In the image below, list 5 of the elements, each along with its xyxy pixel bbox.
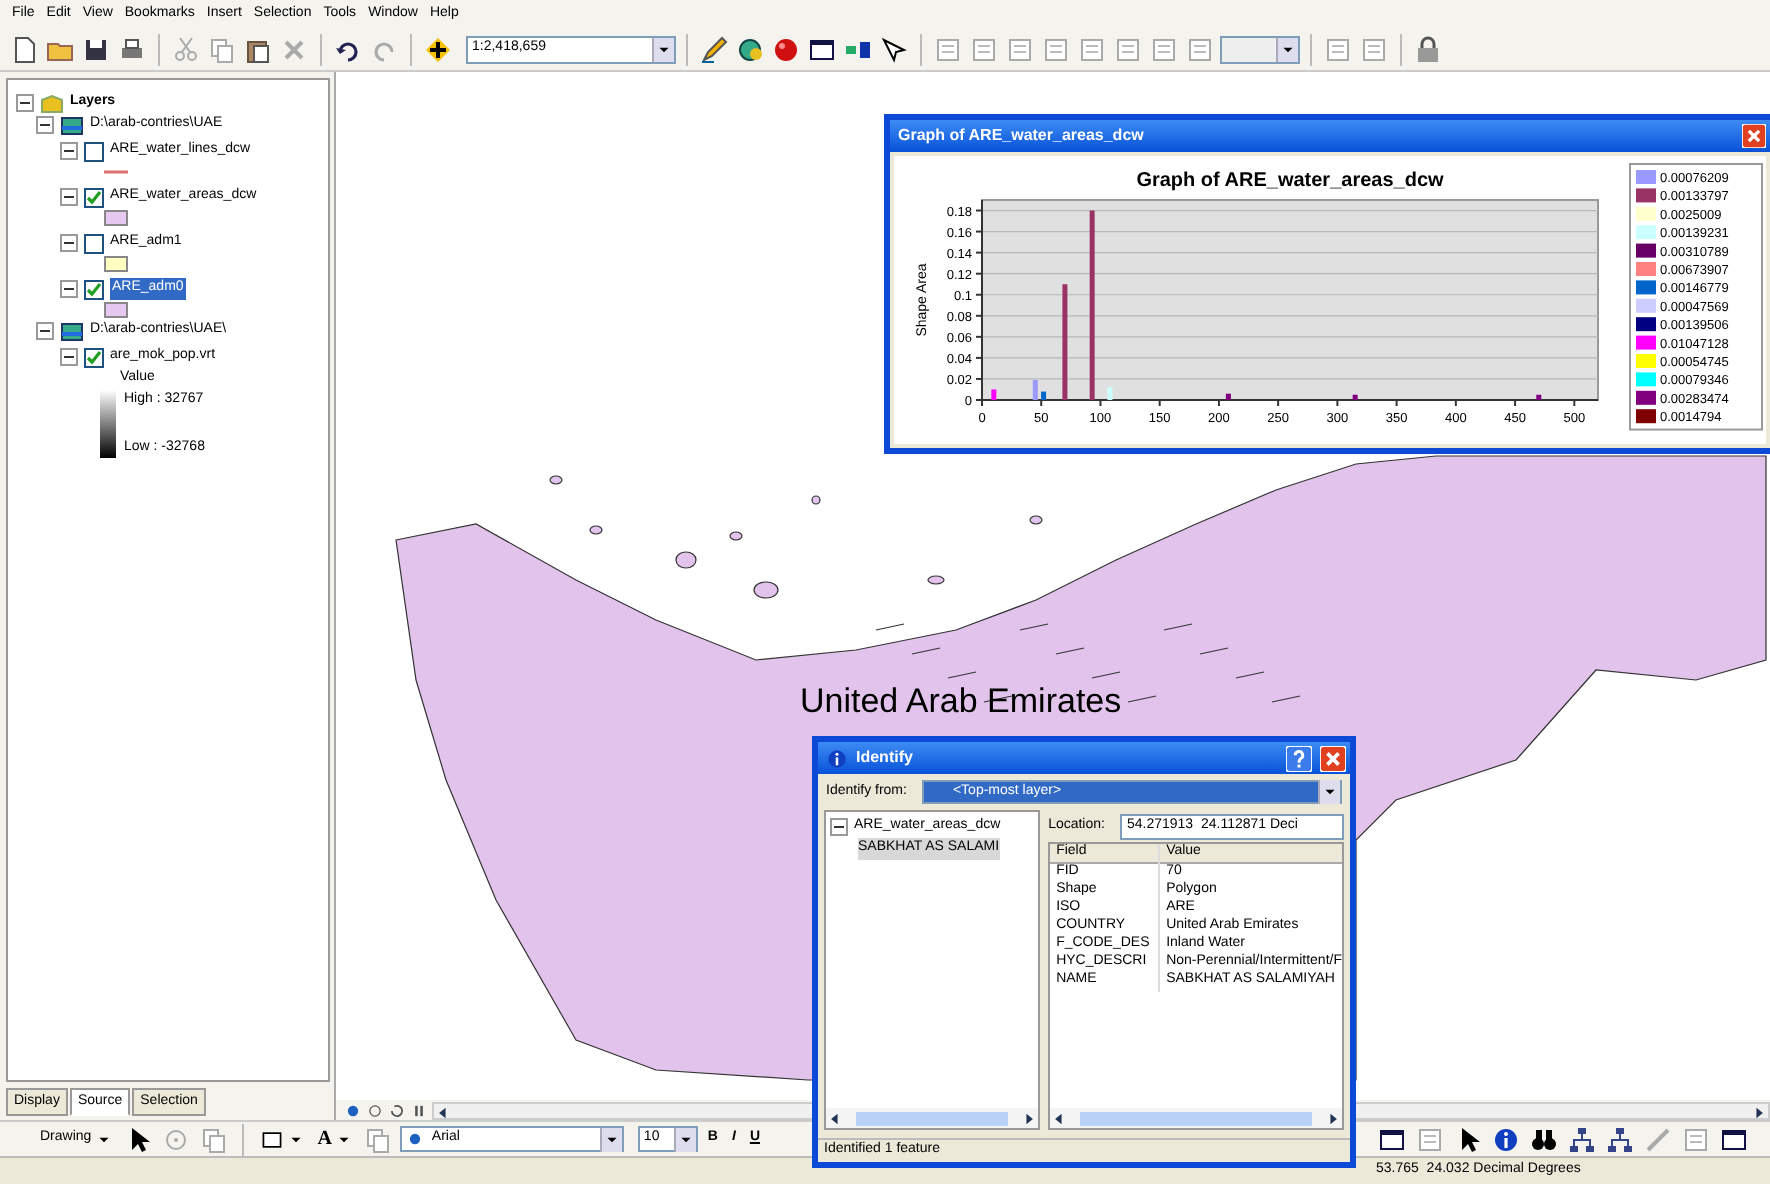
window-title: Identify [856,746,913,770]
chart-title: Graph of ARE_water_areas_dcw [1136,170,1444,192]
window-title: Graph of ARE_water_areas_dcw [898,124,1144,148]
map-label: United Arab Emirates [800,680,1122,724]
text-tool[interactable]: A [313,1124,356,1154]
